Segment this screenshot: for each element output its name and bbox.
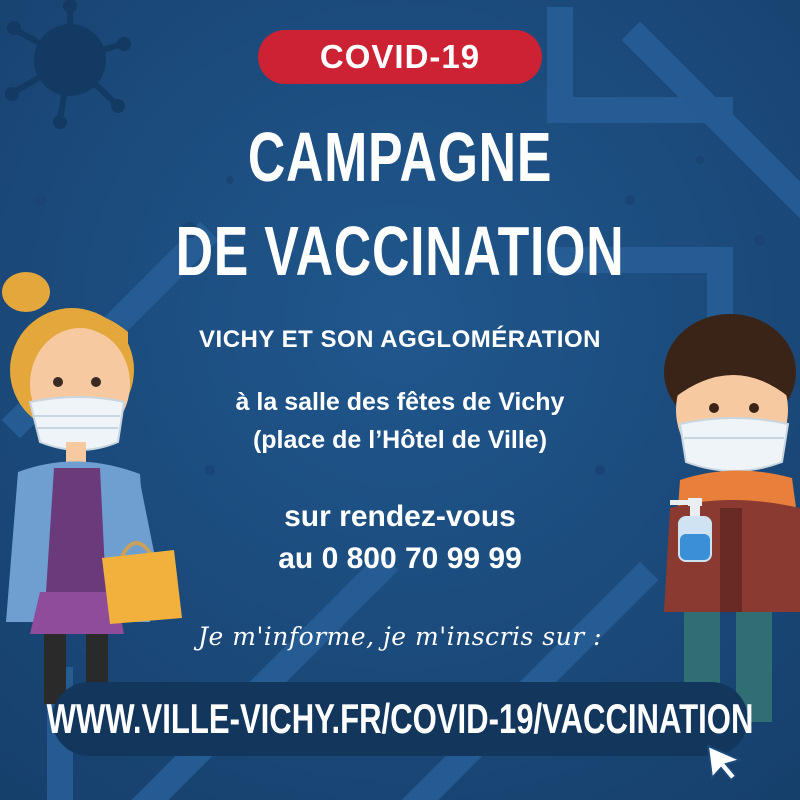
url-banner[interactable]: WWW.VILLE-VICHY.FR/COVID-19/VACCINATION bbox=[47, 682, 754, 756]
vaccination-poster: COVID-19 CAMPAGNE DE VACCINATION VICHY E… bbox=[0, 0, 800, 800]
hand-sanitizer-icon bbox=[670, 498, 712, 562]
covid-badge: COVID-19 bbox=[258, 30, 542, 84]
pointer-cursor-icon bbox=[706, 744, 743, 782]
title-line-2: DE VACCINATION bbox=[175, 212, 625, 290]
woman-illustration bbox=[2, 272, 160, 704]
shopping-bag-icon bbox=[102, 541, 182, 624]
title-line-1: CAMPAGNE bbox=[247, 118, 553, 196]
url-link[interactable]: WWW.VILLE-VICHY.FR/COVID-19/VACCINATION bbox=[47, 682, 754, 756]
